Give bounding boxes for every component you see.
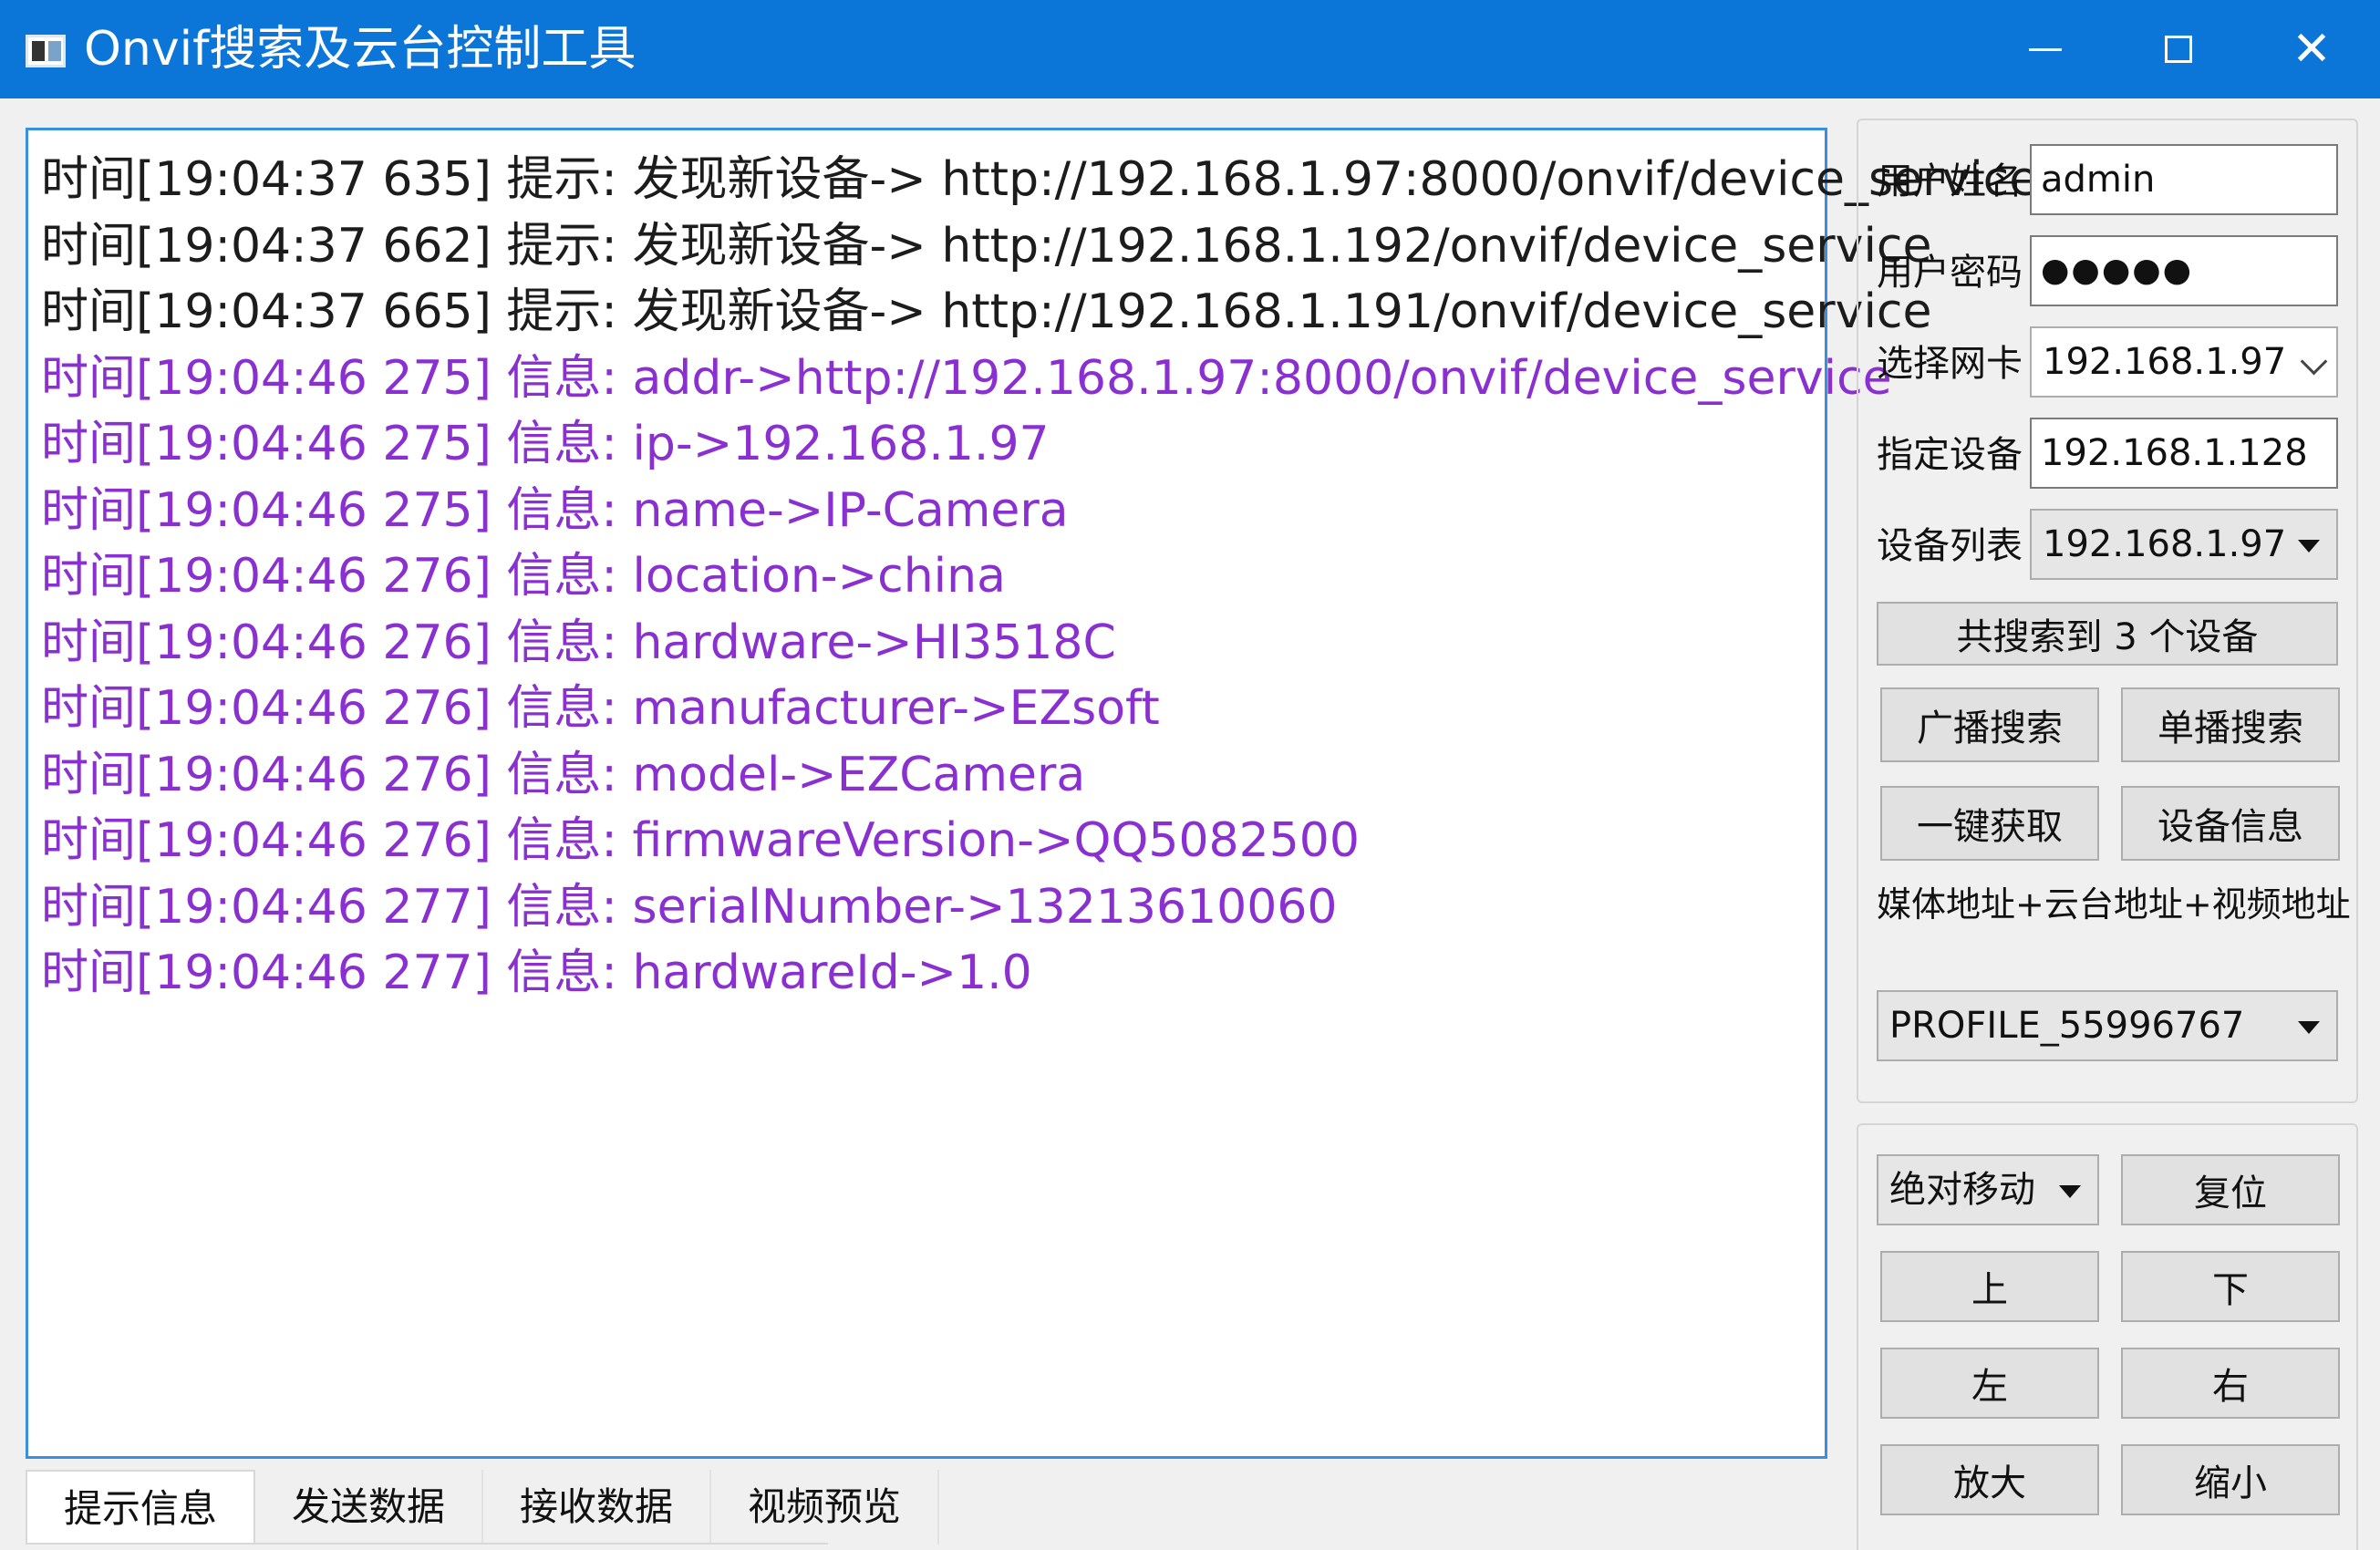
up-button[interactable]: 上 [1880, 1251, 2099, 1322]
close-button[interactable]: ✕ [2245, 0, 2378, 98]
maximize-icon [2165, 36, 2192, 63]
nic-label: 选择网卡 [1877, 343, 2023, 385]
log-line: 时间[19:04:46 276] 信息: model->EZCamera [41, 747, 1086, 802]
title-bar: Onvif搜索及云台控制工具 ✕ [0, 0, 2380, 98]
log-line: 时间[19:04:46 277] 信息: hardwareId->1.0 [41, 946, 1032, 1000]
dropdown-arrow-icon [2298, 540, 2320, 553]
log-line: 时间[19:04:46 275] 信息: ip->192.168.1.97 [41, 417, 1050, 471]
log-line: 时间[19:04:46 276] 信息: manufacturer->EZsof… [41, 681, 1160, 736]
log-line: 时间[19:04:46 276] 信息: hardware->HI3518C [41, 615, 1116, 670]
app-icon [26, 35, 66, 67]
dropdown-arrow-icon [2298, 1021, 2320, 1034]
found-count-button[interactable]: 共搜索到 3 个设备 [1877, 602, 2338, 666]
reset-button[interactable]: 复位 [2121, 1154, 2340, 1225]
nic-select[interactable]: 192.168.1.97 [2030, 326, 2338, 398]
tab-bar: 提示信息 发送数据 接收数据 视频预览 [26, 1470, 940, 1545]
one-key-get-button[interactable]: 一键获取 [1880, 786, 2099, 861]
device-info-button[interactable]: 设备信息 [2121, 786, 2340, 861]
minimize-button[interactable] [1979, 0, 2112, 98]
log-line: 时间[19:04:37 635] 提示: 发现新设备-> http://192.… [41, 152, 2039, 207]
log-line: 时间[19:04:37 662] 提示: 发现新设备-> http://192.… [41, 218, 1932, 274]
log-line: 时间[19:04:46 276] 信息: location->china [41, 549, 1006, 604]
broadcast-search-button[interactable]: 广播搜索 [1880, 687, 2099, 762]
unicast-search-button[interactable]: 单播搜索 [2121, 687, 2340, 762]
device-list-select[interactable]: 192.168.1.97 [2030, 509, 2338, 580]
log-line: 时间[19:04:37 665] 提示: 发现新设备-> http://192.… [41, 284, 1932, 339]
zoom-in-button[interactable]: 放大 [1880, 1444, 2099, 1515]
log-textarea[interactable]: 时间[19:04:37 635] 提示: 发现新设备-> http://192.… [26, 128, 2039, 1459]
log-line: 时间[19:04:46 275] 信息: name->IP-Camera [41, 482, 1069, 538]
right-button[interactable]: 右 [2121, 1348, 2340, 1419]
profile-select[interactable]: PROFILE_55996767 [1877, 990, 2338, 1061]
device-list-value: 192.168.1.97 [2043, 523, 2287, 565]
username-input[interactable] [2030, 144, 2338, 215]
zoom-out-button[interactable]: 缩小 [2121, 1444, 2340, 1515]
device-label: 指定设备 [1877, 434, 2023, 476]
move-mode-value: 绝对移动 [1889, 1169, 2035, 1211]
tab-divider [26, 1543, 828, 1545]
device-list-label: 设备列表 [1877, 525, 2023, 567]
log-line: 时间[19:04:46 276] 信息: firmwareVersion->QQ… [41, 813, 1360, 868]
chevron-down-icon [2300, 347, 2328, 376]
move-mode-select[interactable]: 绝对移动 [1877, 1154, 2099, 1225]
log-line: 时间[19:04:46 275] 信息: addr->http://192.16… [41, 350, 1892, 406]
log-line: 时间[19:04:46 277] 信息: serialNumber->13213… [41, 879, 1338, 935]
tab-tips[interactable]: 提示信息 [26, 1470, 256, 1545]
tab-video-preview[interactable]: 视频预览 [711, 1470, 940, 1545]
dropdown-arrow-icon [2059, 1185, 2081, 1198]
close-icon: ✕ [2292, 22, 2332, 77]
tab-receive-data[interactable]: 接收数据 [483, 1470, 712, 1545]
password-label: 用户密码 [1877, 252, 2023, 294]
down-button[interactable]: 下 [2121, 1251, 2340, 1322]
nic-select-value: 192.168.1.97 [2043, 341, 2287, 383]
maximize-button[interactable] [2112, 0, 2245, 98]
device-input[interactable] [2030, 418, 2338, 489]
left-button[interactable]: 左 [1880, 1348, 2099, 1419]
password-input[interactable]: ●●●●● [2030, 235, 2338, 306]
profile-select-value: PROFILE_55996767 [1889, 1005, 2245, 1047]
username-label: 用户姓名 [1877, 160, 2023, 202]
window-title: Onvif搜索及云台控制工具 [84, 22, 636, 77]
address-note: 媒体地址+云台地址+视频地址 [1877, 884, 2351, 925]
tab-send-data[interactable]: 发送数据 [255, 1470, 484, 1545]
minimize-icon [2029, 47, 2062, 51]
